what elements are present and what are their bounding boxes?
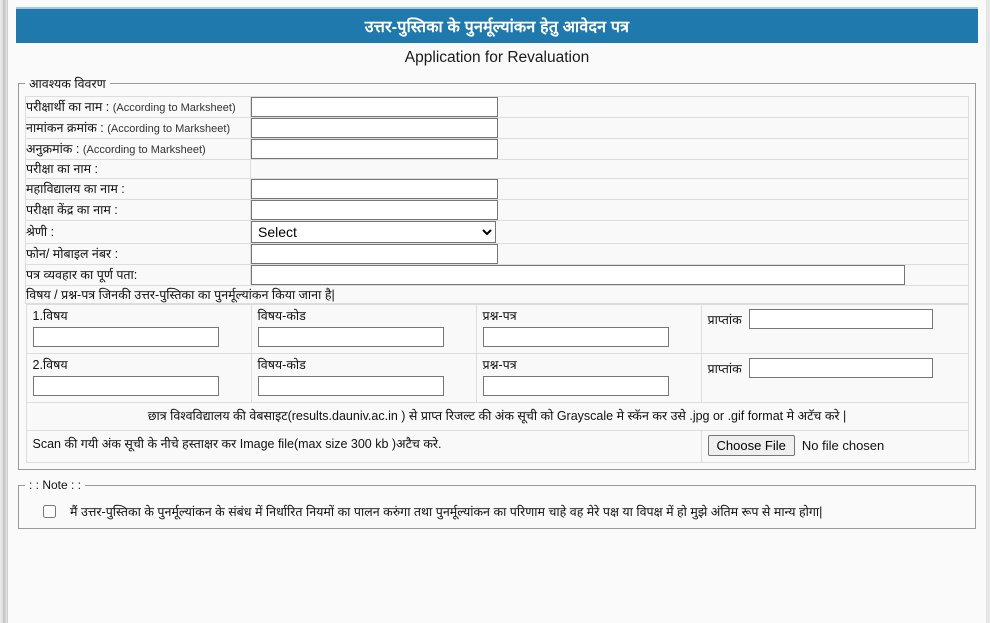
field-cell-college-name: [250, 178, 969, 200]
label-phone-number-hindi: फोन/ मोबाइल नंबर :: [26, 246, 119, 261]
label-candidate-name-hindi: परीक्षार्थी का नाम :: [26, 99, 110, 114]
grayscale-instruction-text: छात्र विश्वविद्यालय की वेबसाइट(results.d…: [25, 402, 969, 431]
subject-2-code-input[interactable]: [257, 376, 444, 396]
label-enrollment-number-hindi: नामांकन क्रमांक :: [26, 120, 104, 135]
label-category: श्रेणी :: [25, 220, 251, 244]
subject-1-paper-label: प्रश्न-पत्र: [482, 309, 517, 323]
page-title-hindi: उत्तर-पुस्तिका के पुनर्मूल्यांकन हेतु आव…: [364, 19, 630, 36]
label-roll-number-hindi: अनुक्रमांक :: [26, 141, 80, 156]
field-cell-exam-center-name: [250, 199, 969, 221]
subject-section-heading: विषय / प्रश्न-पत्र जिनकी उत्तर-पुस्तिका …: [25, 285, 969, 304]
subject-1-code-cell: विषय-कोड: [250, 304, 477, 354]
subject-1-paper-cell: प्रश्न-पत्र: [475, 304, 702, 354]
application-form-table: परीक्षार्थी का नाम : (According to Marks…: [25, 96, 969, 463]
required-details-fieldset: आवश्यक विवरण परीक्षार्थी का नाम : (Accor…: [18, 75, 976, 470]
subject-table-cell: 1.विषय विषय-कोड प्रश्न-पत्र प्राप्तांक 2…: [25, 303, 969, 463]
subject-details-table: 1.विषय विषय-कोड प्रश्न-पत्र प्राप्तांक 2…: [25, 304, 969, 463]
subject-2-paper-input[interactable]: [482, 376, 669, 396]
file-chosen-status: No file chosen: [801, 438, 885, 453]
subject-1-name-cell: 1.विषय: [25, 304, 252, 354]
upload-file-cell: Choose File No file chosen: [700, 430, 969, 463]
field-cell-phone-number: [250, 243, 969, 265]
label-roll-number-english: (According to Marksheet): [82, 143, 206, 156]
subject-2-code-cell: विषय-कोड: [250, 353, 477, 403]
field-cell-roll-number: [250, 138, 969, 160]
choose-file-button[interactable]: Choose File: [707, 435, 795, 456]
subject-1-code-input[interactable]: [257, 327, 444, 347]
page-container: उत्तर-पुस्तिका के पुनर्मूल्यांकन हेतु आव…: [8, 0, 986, 623]
form-row-college-name: महाविद्यालय का नाम :: [25, 178, 969, 200]
candidate-name-input[interactable]: [251, 97, 498, 117]
subject-1-name-label: 1.विषय: [32, 309, 68, 323]
note-legend: : : Note : :: [29, 478, 82, 492]
field-cell-category: Select: [250, 220, 969, 244]
subject-2-marks-cell: प्राप्तांक: [700, 353, 969, 403]
field-cell-enrollment-number: [250, 117, 969, 139]
label-postal-address: पत्र व्यवहार का पूर्ण पता:: [25, 264, 251, 286]
note-fieldset: : : Note : : मैं उत्तर-पुस्तिका के पुनर्…: [18, 478, 976, 530]
enrollment-number-input[interactable]: [251, 118, 498, 138]
form-row-exam-name: परीक्षा का नाम :: [25, 159, 969, 179]
subject-2-paper-label: प्रश्न-पत्र: [482, 358, 517, 372]
label-exam-name: परीक्षा का नाम :: [25, 159, 251, 179]
subject-1-marks-cell: प्राप्तांक: [700, 304, 969, 354]
label-candidate-name: परीक्षार्थी का नाम : (According to Marks…: [25, 96, 251, 118]
college-name-input[interactable]: [251, 179, 498, 199]
declaration-text: मैं उत्तर-पुस्तिका के पुनर्मूल्यांकन के …: [70, 505, 823, 519]
label-enrollment-number-english: (According to Marksheet): [107, 122, 231, 135]
subject-2-name-input[interactable]: [32, 376, 219, 396]
subject-1-name-input[interactable]: [32, 327, 219, 347]
label-exam-name-hindi: परीक्षा का नाम :: [26, 161, 99, 176]
form-row-exam-center-name: परीक्षा केंद्र का नाम :: [25, 199, 969, 221]
label-enrollment-number: नामांकन क्रमांक : (According to Markshee…: [25, 117, 251, 139]
required-details-legend: आवश्यक विवरण: [29, 77, 106, 91]
subject-2-name-label: 2.विषय: [32, 358, 68, 372]
label-postal-address-hindi: पत्र व्यवहार का पूर्ण पता:: [26, 267, 138, 282]
subject-2-code-label: विषय-कोड: [257, 358, 306, 372]
subject-row-1: 1.विषय विषय-कोड प्रश्न-पत्र प्राप्तांक: [25, 304, 969, 354]
label-candidate-name-english: (According to Marksheet): [112, 101, 236, 114]
exam-center-name-input[interactable]: [251, 200, 498, 220]
field-cell-exam-name: [250, 159, 969, 179]
form-row-candidate-name: परीक्षार्थी का नाम : (According to Marks…: [25, 96, 969, 118]
category-select[interactable]: Select: [251, 221, 496, 243]
subject-2-name-cell: 2.विषय: [25, 353, 252, 403]
file-input[interactable]: Choose File No file chosen: [707, 435, 885, 456]
postal-address-input[interactable]: [251, 265, 905, 285]
label-roll-number: अनुक्रमांक : (According to Marksheet): [25, 138, 251, 160]
subject-2-paper-cell: प्रश्न-पत्र: [475, 353, 702, 403]
phone-number-input[interactable]: [251, 244, 498, 264]
roll-number-input[interactable]: [251, 139, 498, 159]
left-scrollbar-strip[interactable]: [0, 0, 8, 623]
subject-1-code-label: विषय-कोड: [257, 309, 306, 323]
label-college-name-hindi: महाविद्यालय का नाम :: [26, 181, 125, 196]
subject-1-marks-input[interactable]: [749, 309, 934, 329]
field-cell-postal-address: [250, 264, 969, 286]
subject-2-marks-input[interactable]: [749, 358, 934, 378]
declaration-row: मैं उत्तर-पुस्तिका के पुनर्मूल्यांकन के …: [25, 498, 969, 522]
field-cell-candidate-name: [250, 96, 969, 118]
declaration-checkbox[interactable]: [43, 505, 56, 518]
upload-row: Scan की गयी अंक सूची के नीचे हस्ताक्षर क…: [25, 430, 969, 463]
subject-1-paper-input[interactable]: [482, 327, 669, 347]
upload-instruction-label: Scan की गयी अंक सूची के नीचे हस्ताक्षर क…: [25, 430, 702, 463]
label-exam-center-name-hindi: परीक्षा केंद्र का नाम :: [26, 202, 118, 217]
subject-row-2: 2.विषय विषय-कोड प्रश्न-पत्र प्राप्तांक: [25, 353, 969, 403]
page-header-bar: उत्तर-पुस्तिका के पुनर्मूल्यांकन हेतु आव…: [16, 7, 978, 43]
form-row-subject-heading: विषय / प्रश्न-पत्र जिनकी उत्तर-पुस्तिका …: [25, 285, 969, 304]
form-row-enrollment-number: नामांकन क्रमांक : (According to Markshee…: [25, 117, 969, 139]
subject-2-marks-label: प्राप्तांक: [707, 361, 742, 376]
label-college-name: महाविद्यालय का नाम :: [25, 178, 251, 200]
label-phone-number: फोन/ मोबाइल नंबर :: [25, 243, 251, 265]
instruction-row: छात्र विश्वविद्यालय की वेबसाइट(results.d…: [25, 402, 969, 431]
form-row-phone-number: फोन/ मोबाइल नंबर :: [25, 243, 969, 265]
label-exam-center-name: परीक्षा केंद्र का नाम :: [25, 199, 251, 221]
form-row-subject-table: 1.विषय विषय-कोड प्रश्न-पत्र प्राप्तांक 2…: [25, 303, 969, 463]
form-row-postal-address: पत्र व्यवहार का पूर्ण पता:: [25, 264, 969, 286]
form-row-roll-number: अनुक्रमांक : (According to Marksheet): [25, 138, 969, 160]
page-subtitle-english: Application for Revaluation: [404, 49, 590, 66]
form-row-category: श्रेणी : Select: [25, 220, 969, 244]
subject-1-marks-label: प्राप्तांक: [707, 312, 742, 327]
label-category-hindi: श्रेणी :: [26, 224, 55, 239]
